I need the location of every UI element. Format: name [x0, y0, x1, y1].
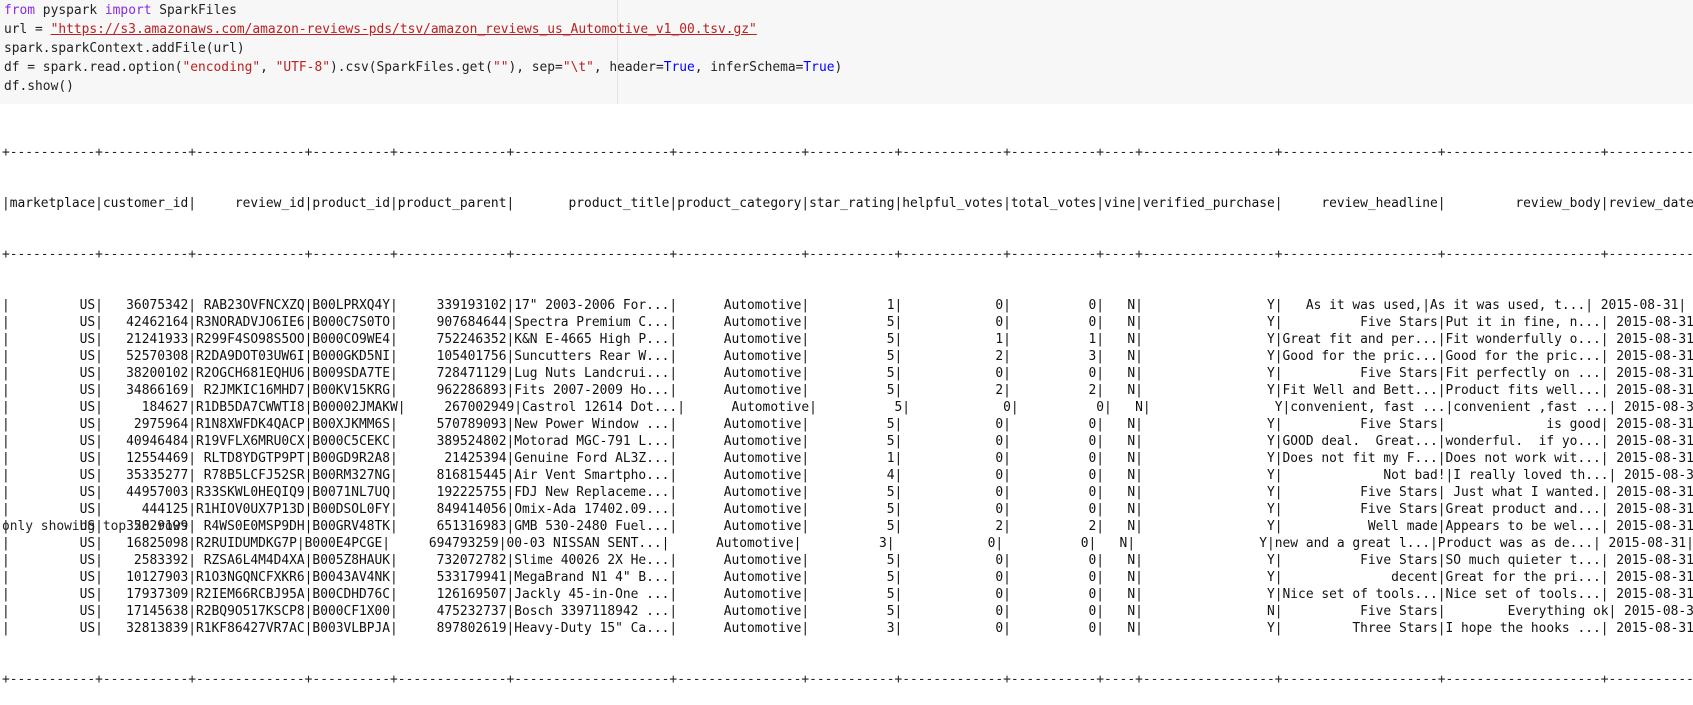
url-link[interactable]: "https://s3.amazonaws.com/amazon-reviews…	[51, 22, 757, 37]
table-row: | US| 21241933|R299F4SO98S5OO|B000CO9WE4…	[2, 332, 1693, 347]
table-header: |marketplace|customer_id| review_id|prod…	[2, 196, 1693, 211]
table-separator-bottom: +-----------+-----------+--------------+…	[2, 672, 1693, 687]
table-row: | US| 52570308|R2DA9DOT03UW6I|B000GKD5NI…	[2, 349, 1693, 364]
code-line-2: url = "https://s3.amazonaws.com/amazon-r…	[4, 22, 757, 37]
cell-output: +-----------+-----------+--------------+…	[2, 110, 1693, 705]
code-cell-input[interactable]: from pyspark import SparkFiles url = "htt…	[0, 0, 1693, 104]
table-row: | US| 10127903|R1O3NGQNCFXKR6|B0043AV4NK…	[2, 570, 1693, 585]
table-separator-mid: +-----------+-----------+--------------+…	[2, 247, 1693, 262]
table-row: | US| 12554469| RLTD8YDGTP9PT|B00GD9R2A8…	[2, 451, 1693, 466]
code-line-4: df = spark.read.option("encoding", "UTF-…	[4, 60, 843, 75]
table-row: | US| 34866169| R2JMKIC16MHD7|B00KV15KRG…	[2, 383, 1693, 398]
table-row: | US| 184627|R1DB5DA7CWWTI8|B00002JMAKW|…	[2, 400, 1693, 415]
code-line-3: spark.sparkContext.addFile(url)	[4, 41, 245, 56]
table-row: | US| 35829199| R4WS0E0MSP9DH|B00GRV48TK…	[2, 519, 1693, 534]
table-row: | US| 444125|R1HIOV0UX7P13D|B00DSOL0FY| …	[2, 502, 1693, 517]
table-row: | US| 17937309|R2IEM66RCBJ95A|B00CDHD76C…	[2, 587, 1693, 602]
table-row: | US| 32813839|R1KF86427VR7AC|B003VLBPJA…	[2, 621, 1693, 636]
table-row: | US| 2583392| RZSA6L4M4D4XA|B005Z8HAUK|…	[2, 553, 1693, 568]
code-editor[interactable]: from pyspark import SparkFiles url = "htt…	[4, 1, 842, 96]
code-line-5: df.show()	[4, 79, 74, 94]
table-row: | US| 44957003|R33SKWL0HEQIQ9|B0071NL7UQ…	[2, 485, 1693, 500]
code-line-1: from pyspark import SparkFiles	[4, 3, 237, 18]
table-separator-top: +-----------+-----------+--------------+…	[2, 145, 1693, 160]
table-row: | US| 35335277| R78B5LCFJ52SR|B00RM327NG…	[2, 468, 1693, 483]
table-row: | US| 38200102|R2OGCH681EQHU6|B009SDA7TE…	[2, 366, 1693, 381]
table-row: | US| 40946484|R19VFLX6MRU0CX|B000C5CEKC…	[2, 434, 1693, 449]
table-row: | US| 17145638|R2BQ9O517KSCP8|B000CF1X00…	[2, 604, 1693, 619]
output-footer: only showing top 20 rows	[2, 519, 189, 534]
table-body: | US| 36075342| RAB23OVFNCXZQ|B00LPRXQ4Y…	[2, 297, 1693, 637]
table-row: | US| 36075342| RAB23OVFNCXZQ|B00LPRXQ4Y…	[2, 298, 1687, 313]
table-row: | US| 42462164|R3NORADVJO6IE6|B000C7S0TO…	[2, 315, 1693, 330]
table-row: | US| 2975964|R1N8XWFDK4QACP|B00XJKMM6S|…	[2, 417, 1693, 432]
